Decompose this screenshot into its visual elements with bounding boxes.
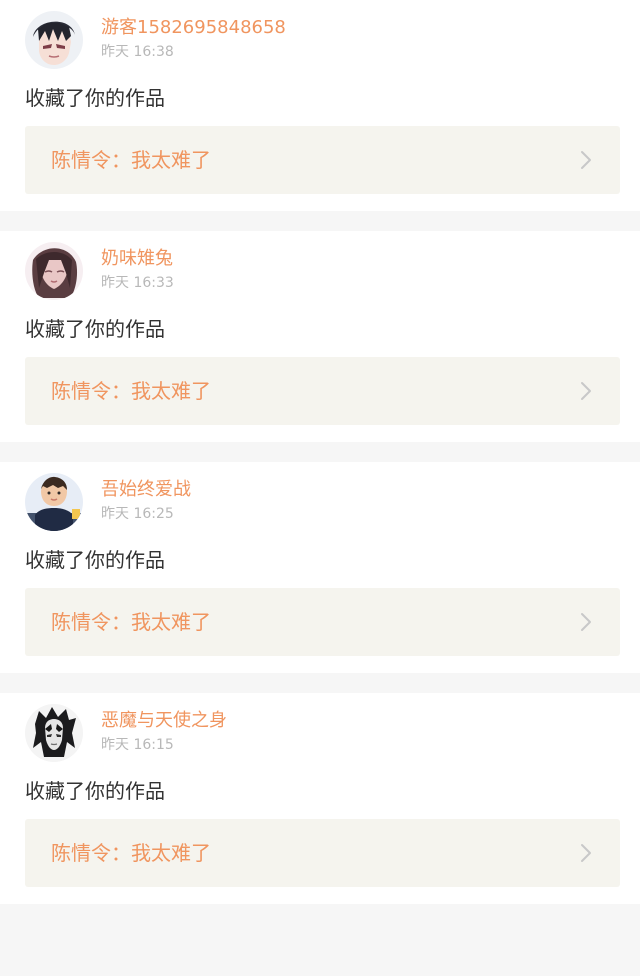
- username[interactable]: 游客1582695848658: [101, 17, 286, 39]
- notification-card: 恶魔与天使之身 昨天 16:15 收藏了你的作品 陈情令：我太难了: [0, 693, 640, 904]
- activity-text: 收藏了你的作品: [25, 548, 165, 572]
- work-title[interactable]: 陈情令：我太难了: [51, 609, 211, 635]
- work-link[interactable]: 陈情令：我太难了: [25, 588, 620, 656]
- chevron-right-icon: [580, 150, 592, 170]
- avatar[interactable]: [25, 704, 83, 762]
- work-link[interactable]: 陈情令：我太难了: [25, 357, 620, 425]
- work-title[interactable]: 陈情令：我太难了: [51, 378, 211, 404]
- work-title[interactable]: 陈情令：我太难了: [51, 840, 211, 866]
- notification-feed: 游客1582695848658 昨天 16:38 收藏了你的作品 陈情令：我太难…: [0, 0, 640, 904]
- timestamp: 昨天 16:33: [101, 275, 174, 291]
- notification-card: 游客1582695848658 昨天 16:38 收藏了你的作品 陈情令：我太难…: [0, 0, 640, 211]
- avatar-long-hair-icon: [25, 242, 83, 300]
- avatar[interactable]: [25, 473, 83, 531]
- chevron-right-icon: [580, 612, 592, 632]
- timestamp: 昨天 16:38: [101, 44, 174, 60]
- username[interactable]: 奶味雉兔: [101, 248, 173, 270]
- timestamp: 昨天 16:25: [101, 506, 174, 522]
- avatar-child-icon: [25, 473, 83, 531]
- chevron-right-icon: [580, 843, 592, 863]
- username[interactable]: 恶魔与天使之身: [101, 710, 227, 732]
- notification-card: 吾始终爱战 昨天 16:25 收藏了你的作品 陈情令：我太难了: [0, 462, 640, 673]
- notification-card: 奶味雉兔 昨天 16:33 收藏了你的作品 陈情令：我太难了: [0, 231, 640, 442]
- username[interactable]: 吾始终爱战: [101, 479, 191, 501]
- work-link[interactable]: 陈情令：我太难了: [25, 819, 620, 887]
- activity-text: 收藏了你的作品: [25, 86, 165, 110]
- chevron-right-icon: [580, 381, 592, 401]
- avatar-anime-boy-icon: [25, 11, 83, 69]
- activity-text: 收藏了你的作品: [25, 779, 165, 803]
- avatar[interactable]: [25, 242, 83, 300]
- work-link[interactable]: 陈情令：我太难了: [25, 126, 620, 194]
- work-title[interactable]: 陈情令：我太难了: [51, 147, 211, 173]
- activity-text: 收藏了你的作品: [25, 317, 165, 341]
- timestamp: 昨天 16:15: [101, 737, 174, 753]
- avatar-dark-anime-icon: [25, 704, 83, 762]
- avatar[interactable]: [25, 11, 83, 69]
